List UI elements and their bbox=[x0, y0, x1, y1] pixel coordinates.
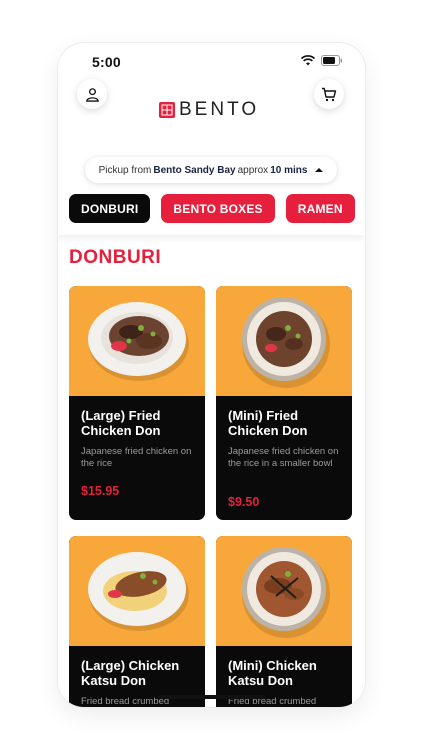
category-tabs-bar: DONBURI BENTO BOXES RAMEN U bbox=[58, 189, 365, 235]
user-icon bbox=[85, 87, 99, 102]
item-description: Japanese fried chicken on the rice in a … bbox=[228, 446, 339, 469]
menu-item-card[interactable]: (Mini) Chicken Katsu Don Fried bread cru… bbox=[216, 536, 352, 707]
category-tabs: DONBURI BENTO BOXES RAMEN U bbox=[69, 194, 365, 223]
menu-item-card[interactable]: (Large) Fried Chicken Don Japanese fried… bbox=[69, 286, 205, 520]
section-title: DONBURI bbox=[69, 247, 162, 268]
item-description: Japanese fried chicken on the rice bbox=[81, 446, 192, 469]
home-indicator[interactable] bbox=[158, 695, 265, 699]
app-screen: 5:00 BENTO Pickup from Bento Sandy Bay a… bbox=[58, 43, 365, 707]
brand-name: BENTO bbox=[179, 99, 260, 120]
battery-icon bbox=[321, 55, 342, 66]
status-icons bbox=[301, 55, 343, 66]
status-bar: 5:00 bbox=[58, 43, 365, 79]
item-price: $15.95 bbox=[81, 484, 120, 498]
food-image bbox=[69, 536, 205, 646]
tab-donburi[interactable]: DONBURI bbox=[69, 194, 151, 223]
food-image bbox=[69, 286, 205, 396]
status-time: 5:00 bbox=[92, 54, 121, 70]
item-price: $9.50 bbox=[228, 495, 260, 509]
cart-icon bbox=[322, 87, 337, 101]
cart-button[interactable] bbox=[314, 79, 344, 109]
tab-ramen[interactable]: RAMEN bbox=[285, 194, 355, 223]
profile-button[interactable] bbox=[77, 79, 107, 109]
pickup-eta: 10 mins bbox=[270, 164, 308, 176]
menu-item-card[interactable]: (Mini) Fried Chicken Don Japanese fried … bbox=[216, 286, 352, 520]
wifi-icon bbox=[301, 55, 315, 66]
pickup-selector[interactable]: Pickup from Bento Sandy Bay approx 10 mi… bbox=[85, 157, 337, 183]
pickup-approx: approx bbox=[237, 164, 269, 176]
item-name: (Mini) Fried Chicken Don bbox=[228, 408, 308, 438]
item-name: (Mini) Chicken Katsu Don bbox=[228, 658, 317, 688]
pickup-location: Bento Sandy Bay bbox=[153, 164, 236, 176]
menu-item-card[interactable]: (Large) Chicken Katsu Don Fried bread cr… bbox=[69, 536, 205, 707]
tab-bento-boxes[interactable]: BENTO BOXES bbox=[161, 194, 275, 223]
item-name: (Large) Chicken Katsu Don bbox=[81, 658, 180, 688]
pickup-prefix: Pickup from bbox=[98, 164, 152, 176]
food-image bbox=[216, 286, 352, 396]
item-name: (Large) Fried Chicken Don bbox=[81, 408, 161, 438]
brand-logo: BENTO bbox=[159, 99, 259, 121]
logo-mark-icon bbox=[159, 102, 175, 118]
food-image bbox=[216, 536, 352, 646]
caret-up-icon bbox=[315, 168, 324, 172]
